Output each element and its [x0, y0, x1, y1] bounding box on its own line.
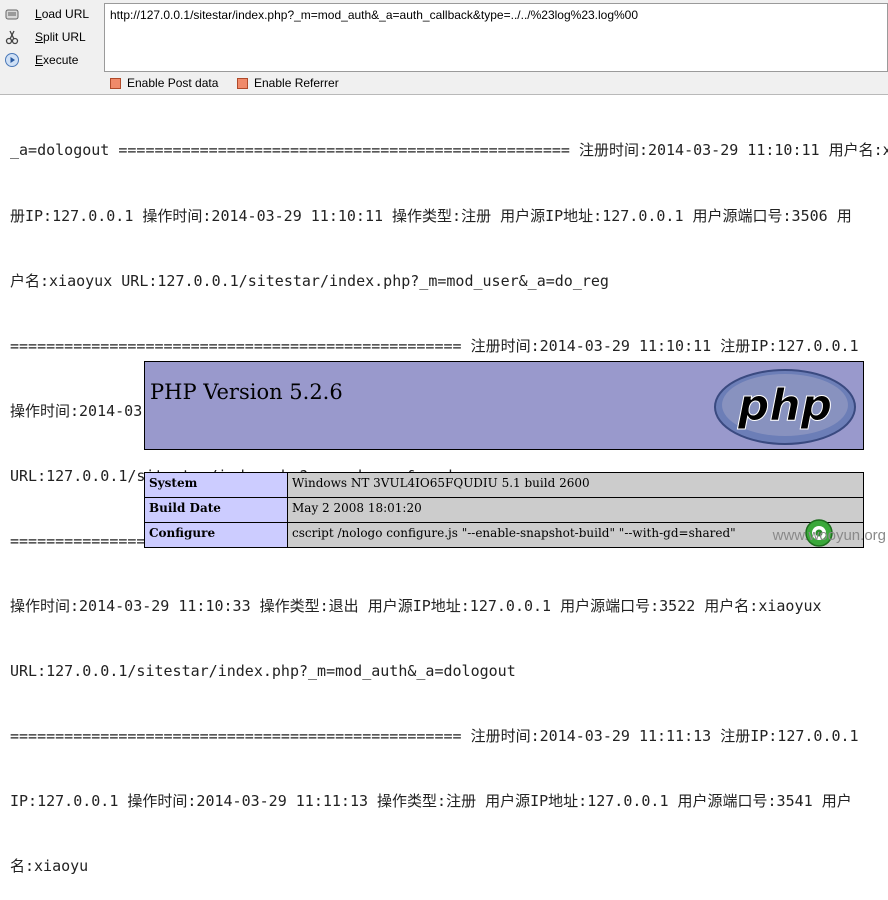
scissors-icon: [4, 29, 20, 45]
split-url-label: plit URL: [43, 30, 86, 44]
table-row: Configure cscript /nologo configure.js "…: [144, 522, 864, 548]
log-line: _a=dologout ============================…: [10, 141, 888, 160]
wooyun-watermark: www.wooyun.org: [773, 515, 888, 547]
execute-label: xecute: [43, 53, 79, 67]
enable-post-data-checkbox[interactable]: Enable Post data: [110, 76, 218, 90]
phpinfo-key: System: [144, 472, 288, 498]
load-url-icon: [4, 6, 20, 22]
php-logo-text: php: [737, 380, 832, 431]
play-icon: [4, 52, 20, 68]
table-row: Build Date May 2 2008 18:01:20: [144, 497, 864, 523]
enable-referrer-label: Enable Referrer: [254, 76, 339, 90]
execute-button[interactable]: Execute: [0, 49, 100, 71]
split-url-button[interactable]: Split URL: [0, 26, 100, 48]
log-line: 名:xiaoyu: [10, 857, 89, 876]
url-input[interactable]: http://127.0.0.1/sitestar/index.php?_m=m…: [104, 3, 888, 72]
enable-post-data-label: Enable Post data: [127, 76, 219, 90]
php-version-title: PHP Version 5.2.6: [150, 380, 343, 404]
log-line: URL:127.0.0.1/sitestar/index.php?_m=mod_…: [10, 662, 516, 681]
log-line: 户名:xiaoyux URL:127.0.0.1/sitestar/index.…: [10, 271, 609, 290]
log-line: 操作时间:2014-03-29 11:10:33 操作类型:退出 用户源IP地址…: [10, 597, 822, 616]
phpinfo-header: PHP Version 5.2.6 php: [144, 361, 864, 450]
load-url-button[interactable]: Load URL: [0, 3, 100, 25]
load-url-label: oad URL: [41, 7, 90, 21]
log-line: ========================================…: [10, 336, 859, 355]
phpinfo-table: System Windows NT 3VUL4IO65FQUDIU 5.1 bu…: [144, 472, 864, 548]
log-line: 册IP:127.0.0.1 操作时间:2014-03-29 11:10:11 操…: [10, 206, 852, 225]
log-line: ========================================…: [10, 727, 859, 746]
hackbar-toolbar: Load URL Split URL Execute http://127.0.…: [0, 0, 888, 95]
php-logo: php: [714, 369, 856, 445]
enable-referrer-checkbox[interactable]: Enable Referrer: [237, 76, 339, 90]
phpinfo-value: Windows NT 3VUL4IO65FQUDIU 5.1 build 260…: [287, 472, 864, 498]
watermark-text: www.wooyun.org: [772, 527, 886, 544]
checkbox-box[interactable]: [110, 77, 121, 89]
log-line: IP:127.0.0.1 操作时间:2014-03-29 11:11:13 操作…: [10, 792, 852, 811]
phpinfo-key: Configure: [144, 522, 288, 548]
checkbox-box[interactable]: [237, 77, 248, 89]
phpinfo-key: Build Date: [144, 497, 288, 523]
table-row: System Windows NT 3VUL4IO65FQUDIU 5.1 bu…: [144, 472, 864, 498]
